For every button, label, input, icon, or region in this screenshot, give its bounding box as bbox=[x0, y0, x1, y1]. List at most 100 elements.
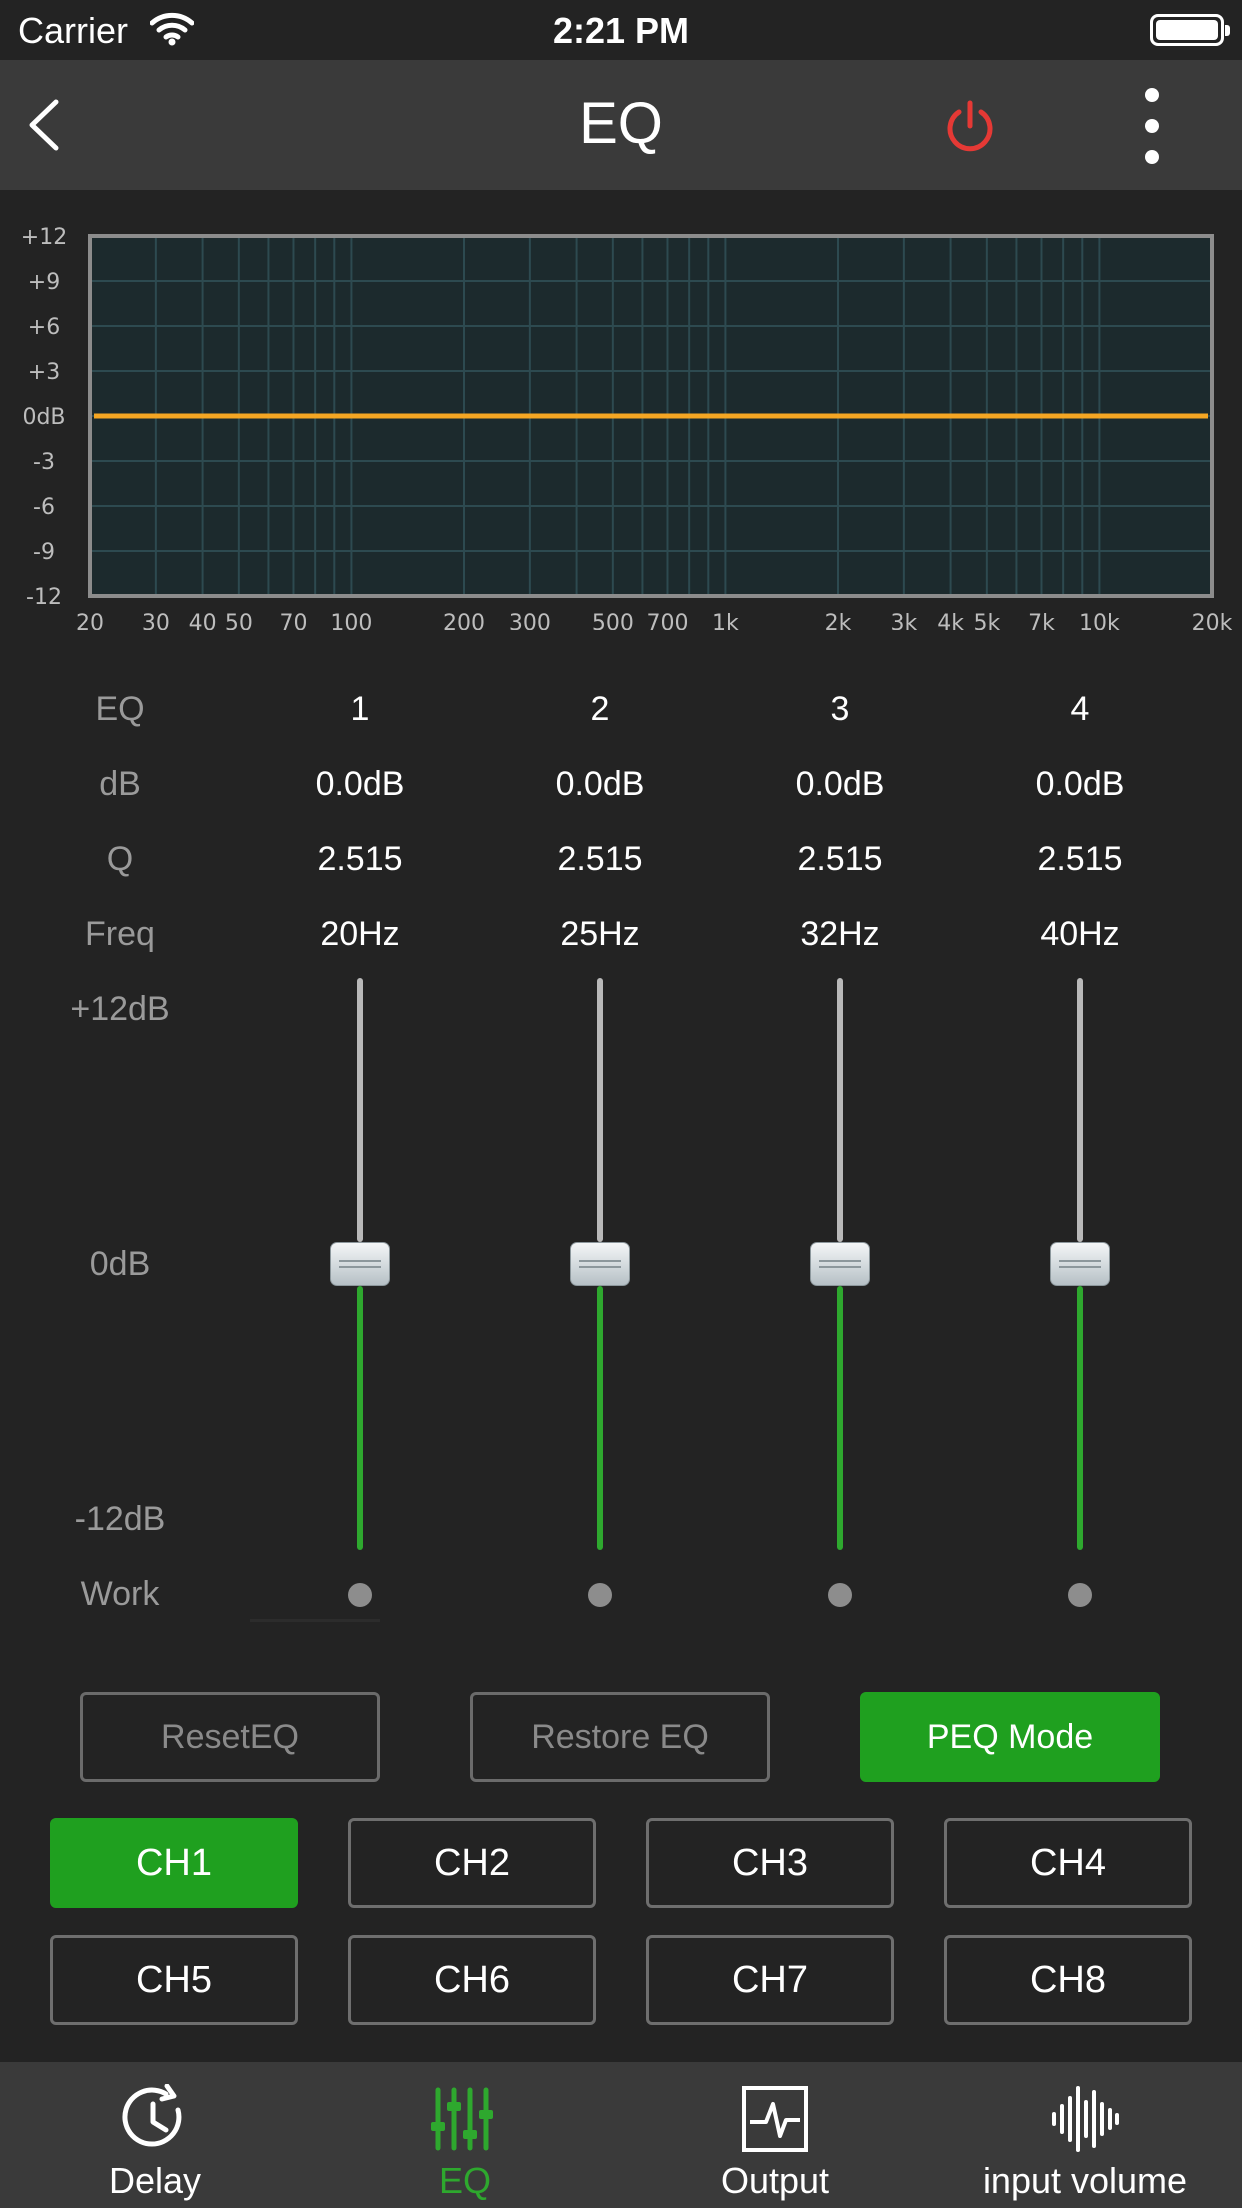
status-bar: Carrier 2:21 PM bbox=[0, 0, 1242, 60]
tab-output[interactable]: Output bbox=[620, 2062, 930, 2208]
band-number: 1 bbox=[350, 690, 370, 728]
y-axis-tick-label: +6 bbox=[28, 315, 60, 340]
slider-track-upper bbox=[597, 978, 603, 1242]
more-dot bbox=[1145, 119, 1159, 133]
slider-thumb[interactable] bbox=[1050, 1242, 1110, 1286]
channel-button-ch8[interactable]: CH8 bbox=[944, 1935, 1192, 2025]
band-q-value[interactable]: 2.515 bbox=[980, 840, 1180, 879]
slider-mid-label: 0dB bbox=[89, 1245, 151, 1283]
reset-eq-button[interactable]: ResetEQ bbox=[80, 1692, 380, 1782]
band-gain-value[interactable]: 0.0dB bbox=[260, 765, 460, 804]
x-axis-tick-label: 2k bbox=[825, 611, 852, 630]
x-axis-tick-label: 20k bbox=[1192, 611, 1233, 630]
x-axis-tick-label: 10k bbox=[1079, 611, 1120, 630]
band-q-value[interactable]: 2.515 bbox=[500, 840, 700, 879]
tab-bar: Delay EQ Output input volume bbox=[0, 2062, 1242, 2208]
work-row-label: Work bbox=[80, 1575, 160, 1613]
restore-eq-button[interactable]: Restore EQ bbox=[470, 1692, 770, 1782]
band-freq-value[interactable]: 32Hz bbox=[740, 915, 940, 954]
x-axis-tick-label: 40 bbox=[189, 611, 217, 630]
channel-button-ch4[interactable]: CH4 bbox=[944, 1818, 1192, 1908]
db-row-label: dB bbox=[99, 765, 141, 803]
sound-wave-icon bbox=[1052, 2086, 1119, 2152]
channel-button-ch3[interactable]: CH3 bbox=[646, 1818, 894, 1908]
x-axis-tick-label: 5k bbox=[973, 611, 1000, 630]
band-freq-value[interactable]: 25Hz bbox=[500, 915, 700, 954]
slider-thumb[interactable] bbox=[570, 1242, 630, 1286]
band-gain-value[interactable]: 0.0dB bbox=[740, 765, 940, 804]
band-q-value[interactable]: 2.515 bbox=[260, 840, 460, 879]
slider-min-label: -12dB bbox=[74, 1500, 166, 1538]
band-gain-slider[interactable] bbox=[560, 978, 640, 1550]
freq-row-label: Freq bbox=[85, 915, 155, 953]
x-axis-tick-label: 500 bbox=[592, 611, 634, 630]
x-axis-tick-label: 200 bbox=[443, 611, 485, 630]
eq-band-number-row: EQ 1 2 3 4 bbox=[0, 690, 1242, 740]
band-number: 3 bbox=[830, 690, 850, 728]
tab-label: Delay bbox=[108, 2160, 202, 2201]
nav-bar: EQ bbox=[0, 60, 1242, 190]
tab-eq[interactable]: EQ bbox=[310, 2062, 620, 2208]
tab-label: input volume bbox=[982, 2160, 1188, 2201]
x-axis-tick-label: 7k bbox=[1028, 611, 1055, 630]
band-work-indicator[interactable] bbox=[588, 1583, 612, 1607]
y-axis-tick-label: +9 bbox=[28, 270, 60, 295]
clock-icon bbox=[122, 2084, 182, 2147]
band-freq-value[interactable]: 40Hz bbox=[980, 915, 1180, 954]
band-freq-value[interactable]: 20Hz bbox=[260, 915, 460, 954]
y-axis-tick-label: +3 bbox=[28, 360, 60, 385]
x-axis-tick-label: 3k bbox=[890, 611, 917, 630]
eq-gain-row: dB 0.0dB 0.0dB 0.0dB 0.0dB bbox=[0, 765, 1242, 815]
power-icon[interactable] bbox=[942, 98, 998, 154]
channel-button-ch7[interactable]: CH7 bbox=[646, 1935, 894, 2025]
channel-button-ch6[interactable]: CH6 bbox=[348, 1935, 596, 2025]
eq-q-row: Q 2.515 2.515 2.515 2.515 bbox=[0, 840, 1242, 890]
page-title: EQ bbox=[579, 91, 663, 156]
y-axis-tick-label: -12 bbox=[26, 585, 62, 610]
tab-input-volume[interactable]: input volume bbox=[930, 2062, 1240, 2208]
band-gain-slider[interactable] bbox=[320, 978, 400, 1550]
eq-freq-row: Freq 20Hz 25Hz 32Hz 40Hz bbox=[0, 915, 1242, 965]
band-gain-slider[interactable] bbox=[800, 978, 880, 1550]
eq-graph: +12 +9 +6 +3 0dB -3 -6 -9 -12 20 30 40 50 70 100 200 300… bbox=[0, 210, 1242, 630]
slider-thumb[interactable] bbox=[810, 1242, 870, 1286]
x-axis-tick-label: 1k bbox=[712, 611, 739, 630]
slider-track-upper bbox=[837, 978, 843, 1242]
slider-track-upper bbox=[357, 978, 363, 1242]
y-axis-tick-label: 0dB bbox=[22, 405, 65, 430]
waveform-box-icon bbox=[742, 2086, 808, 2152]
channel-button-ch5[interactable]: CH5 bbox=[50, 1935, 298, 2025]
band-number: 4 bbox=[1070, 690, 1090, 728]
band-work-indicator[interactable] bbox=[1068, 1583, 1092, 1607]
work-divider bbox=[250, 1619, 380, 1622]
x-axis-tick-label: 30 bbox=[142, 611, 170, 630]
slider-track-lower bbox=[357, 1286, 363, 1550]
slider-track-lower bbox=[597, 1286, 603, 1550]
band-number: 2 bbox=[590, 690, 610, 728]
y-axis-tick-label: -3 bbox=[33, 450, 55, 475]
y-axis-tick-label: -9 bbox=[33, 540, 55, 565]
slider-track-upper bbox=[1077, 978, 1083, 1242]
more-vertical-icon[interactable] bbox=[1140, 88, 1164, 168]
band-gain-slider[interactable] bbox=[1040, 978, 1120, 1550]
band-q-value[interactable]: 2.515 bbox=[740, 840, 940, 879]
band-gain-value[interactable]: 0.0dB bbox=[500, 765, 700, 804]
x-axis-tick-label: 700 bbox=[646, 611, 688, 630]
slider-max-label: +12dB bbox=[70, 990, 170, 1028]
slider-thumb[interactable] bbox=[330, 1242, 390, 1286]
band-gain-value[interactable]: 0.0dB bbox=[980, 765, 1180, 804]
tab-delay[interactable]: Delay bbox=[0, 2062, 310, 2208]
band-work-indicator[interactable] bbox=[828, 1583, 852, 1607]
tab-label: EQ bbox=[438, 2160, 491, 2201]
channel-button-ch1[interactable]: CH1 bbox=[50, 1818, 298, 1908]
x-axis-tick-label: 100 bbox=[330, 611, 372, 630]
tab-label: Output bbox=[720, 2160, 830, 2201]
status-time: 2:21 PM bbox=[552, 10, 690, 51]
y-axis-tick-label: +12 bbox=[21, 225, 67, 250]
peq-mode-button[interactable]: PEQ Mode bbox=[860, 1692, 1160, 1782]
band-work-indicator[interactable] bbox=[348, 1583, 372, 1607]
eq-curve-plot: +12 +9 +6 +3 0dB -3 -6 -9 -12 20 30 40 50 70 100 200 300… bbox=[21, 225, 1233, 630]
y-axis-tick-label: -6 bbox=[33, 495, 55, 520]
channel-button-ch2[interactable]: CH2 bbox=[348, 1818, 596, 1908]
more-dot bbox=[1145, 88, 1159, 102]
